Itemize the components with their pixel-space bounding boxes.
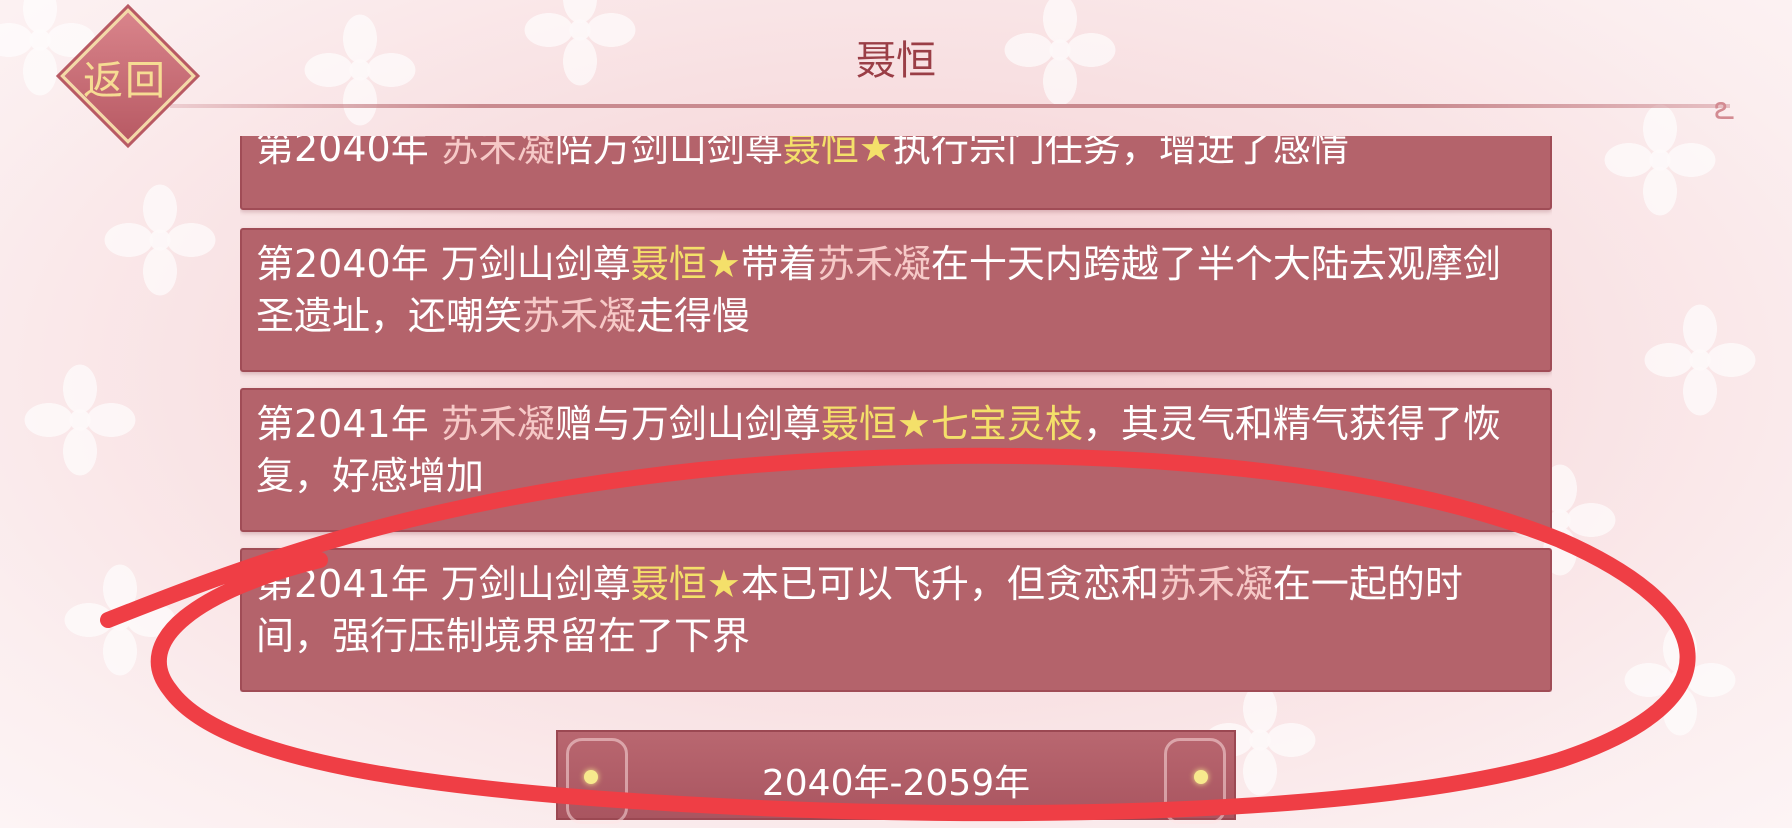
annotation-circle — [100, 447, 1696, 822]
